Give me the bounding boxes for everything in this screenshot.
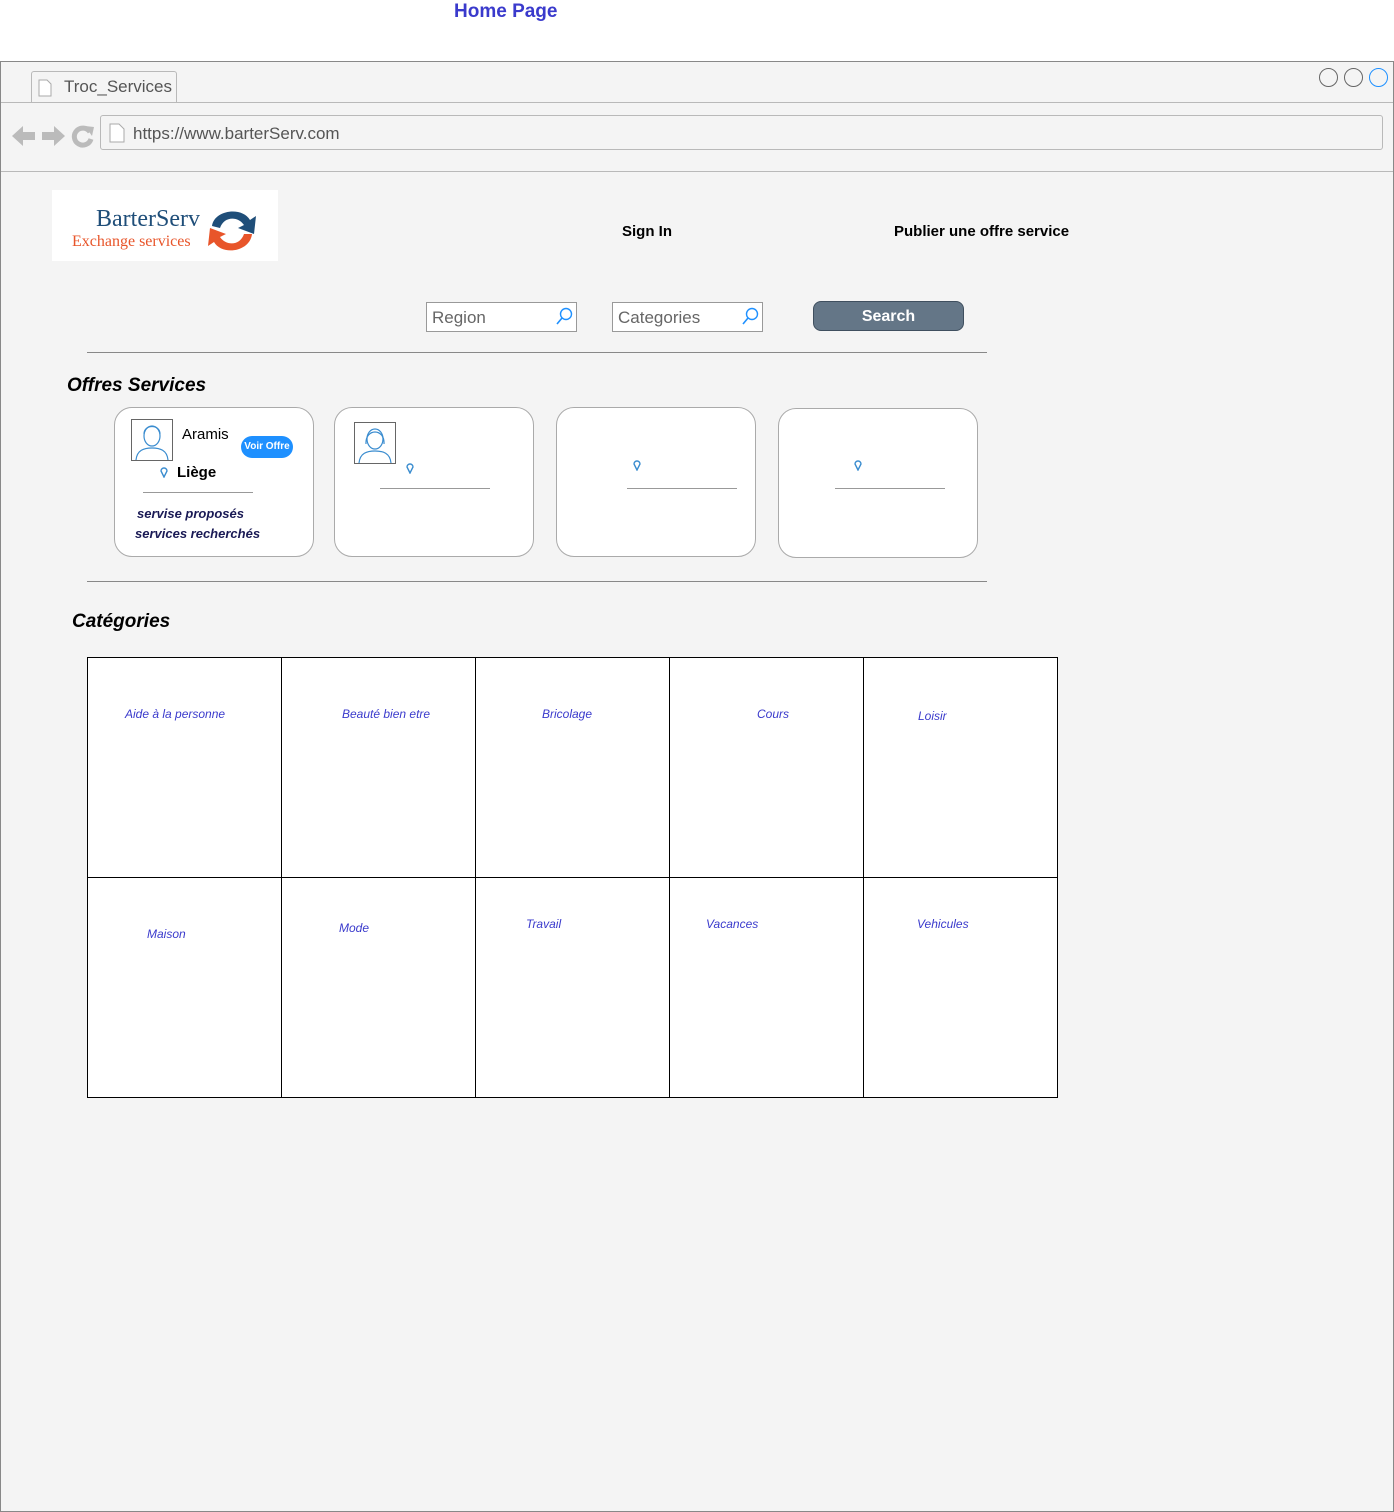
category-label: Aide à la personne: [125, 707, 226, 721]
browser-tab[interactable]: Troc_Services: [31, 71, 177, 102]
search-icon: [556, 307, 573, 325]
page-heading: Home Page: [454, 1, 558, 22]
offer-user-name: Aramis: [182, 426, 229, 443]
category-label: Vacances: [706, 917, 759, 931]
user-avatar-icon: [354, 422, 396, 464]
offers-section-title: Offres Services: [67, 375, 207, 396]
url-text: https://www.barterServ.com: [133, 124, 340, 143]
publish-offer-link[interactable]: Publier une offre service: [894, 223, 1069, 240]
category-cell[interactable]: Loisir: [863, 657, 1058, 878]
category-label: Mode: [339, 921, 370, 935]
services-offered: servise proposés: [137, 506, 244, 521]
category-label: Bricolage: [542, 707, 593, 721]
category-label: Vehicules: [917, 917, 969, 931]
offer-card[interactable]: [778, 408, 978, 558]
category-label: Beauté bien etre: [342, 707, 431, 721]
category-cell[interactable]: Cours: [669, 657, 864, 878]
sign-in-link[interactable]: Sign In: [622, 223, 672, 240]
maximize-button[interactable]: [1344, 68, 1363, 87]
category-cell[interactable]: Travail: [475, 877, 670, 1098]
user-avatar-icon: [131, 419, 173, 461]
region-placeholder: Region: [432, 308, 486, 327]
category-cell[interactable]: Beauté bien etre: [281, 657, 476, 878]
logo-subtitle: Exchange services: [72, 233, 191, 250]
logo[interactable]: BarterServ Exchange services: [52, 190, 278, 261]
exchange-arrows-icon: [208, 211, 256, 251]
tab-bar: Troc_Services: [1, 62, 1393, 103]
reload-icon[interactable]: [71, 124, 95, 148]
category-cell[interactable]: Bricolage: [475, 657, 670, 878]
offer-location: Liège: [177, 464, 217, 481]
forward-arrow-icon[interactable]: [40, 124, 66, 148]
page-icon: [109, 123, 125, 143]
card-divider: [380, 488, 490, 489]
category-cell[interactable]: Mode: [281, 877, 476, 1098]
location-pin-icon: [160, 467, 168, 478]
divider: [87, 581, 987, 582]
minimize-button[interactable]: [1319, 68, 1338, 87]
categories-search-input[interactable]: Categories: [612, 302, 763, 332]
address-bar[interactable]: https://www.barterServ.com: [100, 115, 1383, 150]
card-divider: [143, 492, 253, 493]
category-cell[interactable]: Aide à la personne: [87, 657, 282, 878]
services-wanted: services recherchés: [135, 526, 261, 541]
search-icon: [742, 307, 759, 325]
category-cell[interactable]: Vacances: [669, 877, 864, 1098]
card-divider: [835, 488, 945, 489]
offer-card[interactable]: [334, 407, 534, 557]
location-pin-icon: [854, 460, 862, 471]
categories-placeholder: Categories: [618, 308, 701, 327]
page-icon: [38, 79, 52, 97]
offer-card[interactable]: Aramis Voir Offre Liège servise proposés…: [114, 407, 314, 557]
tab-label: Troc_Services: [64, 77, 173, 96]
category-cell[interactable]: Vehicules: [863, 877, 1058, 1098]
categories-section-title: Catégories: [72, 611, 171, 632]
region-search-input[interactable]: Region: [426, 302, 577, 332]
back-arrow-icon[interactable]: [11, 124, 37, 148]
card-divider: [627, 488, 737, 489]
logo-title: BarterServ: [96, 206, 200, 232]
close-button[interactable]: [1369, 68, 1388, 87]
offer-card[interactable]: [556, 407, 756, 557]
categories-grid: Aide à la personne Beauté bien etre Bric…: [87, 657, 1058, 1098]
navigation-bar: https://www.barterServ.com: [1, 103, 1393, 172]
category-label: Maison: [147, 927, 186, 941]
search-button[interactable]: Search: [813, 301, 964, 331]
divider: [87, 352, 987, 353]
category-label: Travail: [526, 917, 562, 931]
browser-window: Troc_Services https://www.barterServ.com…: [0, 61, 1394, 1512]
view-offer-button[interactable]: Voir Offre: [241, 436, 293, 458]
location-pin-icon: [633, 460, 641, 471]
category-cell[interactable]: Maison: [87, 877, 282, 1098]
category-label: Cours: [757, 707, 790, 721]
category-label: Loisir: [918, 709, 947, 723]
location-pin-icon: [406, 463, 414, 474]
